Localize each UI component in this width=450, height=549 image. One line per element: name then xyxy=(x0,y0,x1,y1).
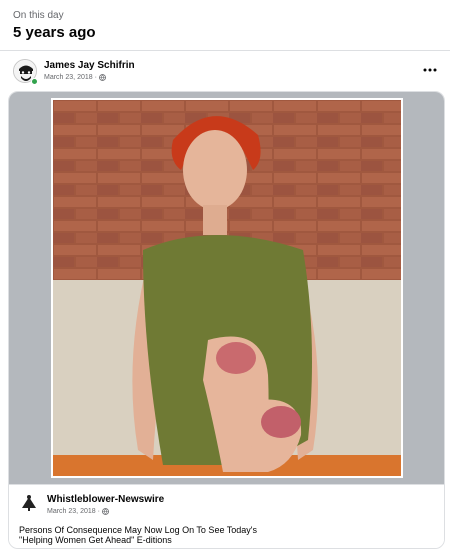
post-meta: March 23, 2018 · xyxy=(44,74,106,81)
shared-post-meta: March 23, 2018 · xyxy=(47,508,109,515)
caption-line: "Helping Women Get Ahead" E-ditions xyxy=(19,535,172,545)
caption-line: Persons Of Consequence May Now Log On To… xyxy=(19,525,258,535)
globe-icon xyxy=(98,74,106,81)
online-status-dot xyxy=(31,78,38,85)
post-header: James Jay Schifrin March 23, 2018 · xyxy=(0,51,450,91)
globe-icon xyxy=(101,508,109,515)
memory-label: On this day xyxy=(13,10,64,21)
more-options-button[interactable] xyxy=(420,63,440,77)
shared-post-caption: Persons Of Consequence May Now Log On To… xyxy=(19,525,439,545)
shared-post-card[interactable]: Whistleblower-Newswire March 23, 2018 · … xyxy=(8,91,445,549)
post-author[interactable]: James Jay Schifrin xyxy=(44,60,135,71)
photo-frame xyxy=(9,92,444,484)
memory-header: On this day 5 years ago xyxy=(0,0,450,50)
shared-post-footer: Whistleblower-Newswire March 23, 2018 · … xyxy=(9,484,444,548)
page-logo[interactable] xyxy=(19,493,39,513)
shared-post-date[interactable]: March 23, 2018 · xyxy=(47,508,100,515)
more-options-icon xyxy=(423,68,437,72)
post-date[interactable]: March 23, 2018 · xyxy=(44,74,97,81)
shared-photo[interactable] xyxy=(51,98,403,478)
shared-page-name[interactable]: Whistleblower-Newswire xyxy=(47,494,164,505)
memory-years-ago: 5 years ago xyxy=(13,24,96,41)
